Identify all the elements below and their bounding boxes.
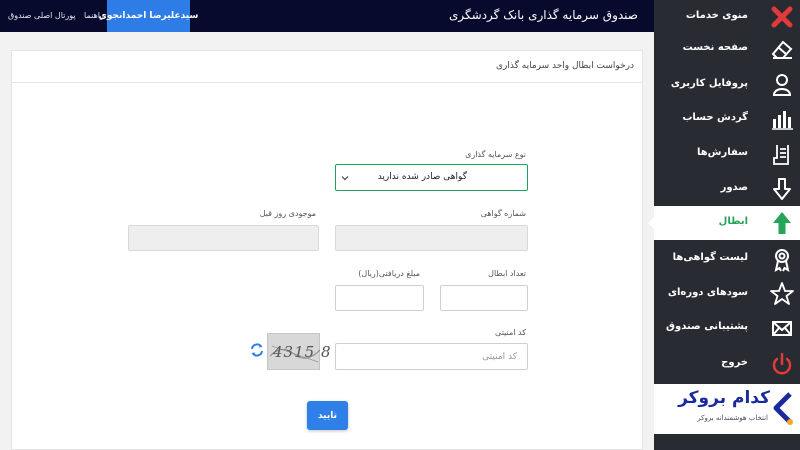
kodambroker-logo: کدام بروکر انتخاب هوشمندانه بروکر	[654, 384, 800, 434]
power-icon	[772, 352, 792, 375]
top-bar: صندوق سرمایه گذاری بانک گردشگری سیدعلیرض…	[0, 0, 654, 32]
arrow-up-icon	[773, 212, 791, 234]
eraser-icon	[771, 40, 793, 59]
sidebar-item-cancellation[interactable]: ابطال	[648, 206, 800, 240]
sidebar-item-services-menu[interactable]: منوی خدمات	[654, 0, 800, 34]
sidebar-item-fund-support[interactable]: پشتیبانی صندوق	[654, 311, 800, 345]
user-icon	[772, 74, 792, 96]
arrow-down-icon	[773, 178, 791, 200]
sidebar-item-periodic-profits[interactable]: سودهای دوره‌ای	[654, 277, 800, 311]
bar-chart-icon	[772, 111, 793, 130]
sidebar-item-label: خروج	[721, 357, 748, 368]
logo-title: کدام بروکر	[678, 388, 770, 408]
sidebar-item-label: صدور	[720, 182, 748, 193]
sidebar-item-label: صفحه نخست	[682, 42, 748, 53]
cancel-count-label: تعداد ابطال	[488, 269, 526, 278]
active-indicator	[648, 216, 655, 230]
divider	[12, 82, 642, 83]
sidebar-item-issuance[interactable]: صدور	[654, 172, 800, 206]
close-icon[interactable]	[768, 3, 796, 31]
sidebar-item-user-profile[interactable]: پروفایل کاربری	[654, 68, 800, 102]
security-code-field[interactable]	[335, 343, 528, 370]
refresh-captcha-icon[interactable]	[249, 342, 265, 358]
sidebar-item-label: پشتیبانی صندوق	[666, 321, 748, 332]
ribbon-icon	[774, 249, 790, 272]
logo-chevron-icon	[773, 392, 793, 425]
sidebar-item-home[interactable]: صفحه نخست	[654, 32, 800, 66]
previous-day-balance-field[interactable]	[128, 225, 319, 251]
page-title: درخواست ابطال واحد سرمایه گذاری	[496, 61, 634, 71]
chevron-down-icon	[341, 176, 349, 181]
cancellation-form-card: درخواست ابطال واحد سرمایه گذاری نوع سرما…	[11, 50, 643, 450]
received-amount-label: مبلغ دریافتی(ریال)	[358, 269, 420, 278]
site-title: صندوق سرمایه گذاری بانک گردشگری	[449, 8, 638, 22]
previous-day-balance-label: موجودی روز قبل	[259, 209, 316, 218]
sidebar-item-label: سودهای دوره‌ای	[667, 287, 748, 298]
investment-type-select[interactable]: گواهی صادر شده ندارید	[335, 164, 528, 191]
investment-type-label: نوع سرمایه گذاری	[465, 150, 526, 159]
sidebar-item-label: پروفایل کاربری	[670, 78, 748, 89]
investment-type-value: گواهی صادر شده ندارید	[377, 172, 467, 182]
certificate-number-label: شماره گواهی	[480, 209, 526, 218]
sidebar-item-orders[interactable]: سفارش‌ها	[654, 137, 800, 171]
clipboard-icon	[773, 145, 789, 165]
sidebar-item-label: گردش حساب	[682, 112, 748, 123]
envelope-icon	[772, 321, 792, 336]
user-name-button[interactable]: سیدعلیرضا احمدانجوی	[99, 0, 198, 32]
star-icon	[770, 282, 794, 305]
captcha-image: 4315 8	[267, 333, 331, 370]
certificate-number-field[interactable]	[335, 225, 528, 251]
main-portal-link[interactable]: پورتال اصلی صندوق	[8, 11, 76, 20]
sidebar-item-label: منوی خدمات	[685, 10, 748, 21]
help-link[interactable]: راهنما	[84, 11, 104, 20]
sidebar-item-label: ابطال	[718, 216, 748, 227]
sidebar: منوی خدمات صفحه نخست پروفایل کاربری گردش…	[648, 0, 800, 450]
sidebar-item-account-statement[interactable]: گردش حساب	[654, 102, 800, 136]
cancel-count-field[interactable]	[440, 285, 528, 311]
sidebar-item-logout[interactable]: خروج	[654, 347, 800, 381]
security-code-label: کد امنیتی	[495, 328, 526, 337]
captcha-text: 4315 8	[273, 343, 332, 361]
logo-subtitle: انتخاب هوشمندانه بروکر	[697, 414, 768, 422]
sidebar-item-label: لیست گواهی‌ها	[672, 252, 748, 263]
received-amount-field[interactable]	[335, 285, 424, 311]
submit-button[interactable]: تایید	[307, 401, 348, 430]
sidebar-item-label: سفارش‌ها	[696, 147, 748, 158]
sidebar-item-certificate-list[interactable]: لیست گواهی‌ها	[654, 242, 800, 276]
